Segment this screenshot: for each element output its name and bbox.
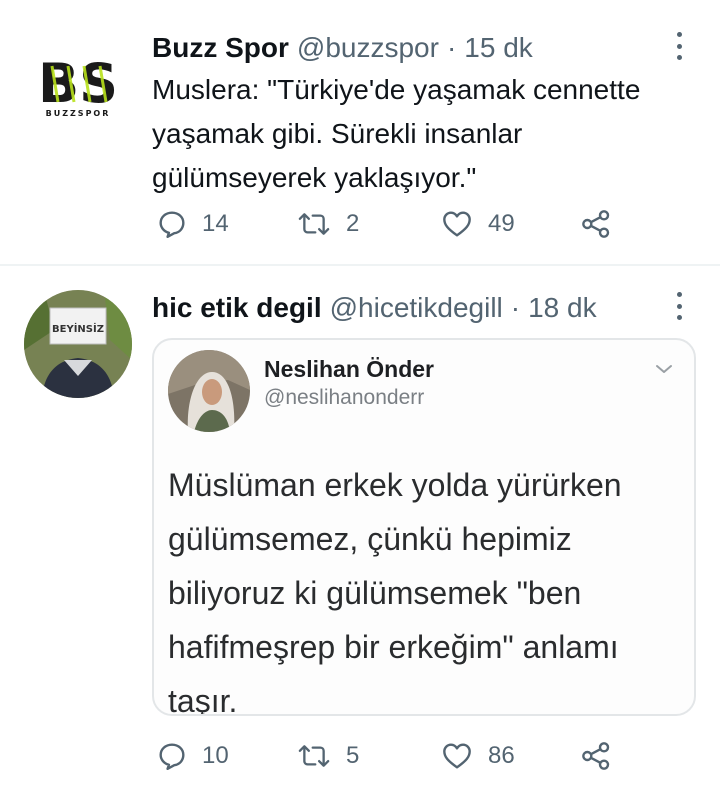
more-options-icon[interactable] [674, 292, 684, 320]
retweet-button[interactable]: 2 [296, 204, 359, 244]
reply-count: 14 [202, 210, 229, 237]
buzzspor-logo-icon: BS BUZZSPOR [24, 24, 132, 132]
woman-hijab-avatar-icon [168, 350, 250, 432]
heart-icon [443, 211, 471, 237]
reply-icon [159, 743, 185, 770]
timestamp[interactable]: 15 dk [464, 28, 533, 68]
avatar-sign-text: BEYİNSİZ [52, 321, 104, 335]
quoted-avatar [168, 350, 250, 432]
quoted-author-name: Neslihan Önder [264, 356, 434, 382]
share-icon [582, 210, 610, 238]
logo-subtext: BUZZSPOR [46, 109, 111, 118]
like-button[interactable]: 49 [440, 204, 515, 244]
like-count: 86 [488, 742, 515, 769]
avatar[interactable]: BEYİNSİZ [24, 290, 132, 398]
like-button[interactable]: 86 [440, 736, 515, 776]
retweet-count: 5 [346, 742, 360, 769]
reply-icon [159, 211, 185, 238]
tweet-text: Muslera: "Türkiye'de yaşamak cennette ya… [152, 74, 641, 193]
quoted-author-handle: @neslihanonderr [264, 386, 425, 409]
tweet-hicetikdegil[interactable]: BEYİNSİZ hic etik degil @hicetikdegill ·… [0, 266, 720, 809]
like-count: 49 [488, 210, 515, 237]
avatar[interactable]: BS BUZZSPOR [24, 24, 132, 132]
quoted-tweet[interactable]: Neslihan Önder @neslihanonderr Müslüman … [152, 338, 696, 716]
heart-icon [443, 743, 471, 769]
author-name[interactable]: hic etik degil [152, 288, 322, 328]
tweet-actions: 10 5 86 [152, 736, 632, 776]
chevron-down-icon [654, 362, 674, 381]
reply-count: 10 [202, 742, 229, 769]
logo-letters: BS [38, 52, 118, 115]
author-handle[interactable]: @hicetikdegill [330, 288, 503, 328]
reply-button[interactable]: 14 [156, 204, 229, 244]
separator-dot: · [446, 32, 457, 63]
separator-dot: · [510, 292, 521, 323]
author-name[interactable]: Buzz Spor [152, 28, 289, 68]
timestamp[interactable]: 18 dk [528, 288, 597, 328]
share-button[interactable] [580, 736, 612, 776]
reply-button[interactable]: 10 [156, 736, 229, 776]
tweet-header: Buzz Spor @buzzspor · 15 dk [152, 28, 533, 68]
share-button[interactable] [580, 204, 612, 244]
quoted-tweet-text: Müslüman erkek yolda yürürken gülümsemez… [168, 467, 622, 716]
tweet-header: hic etik degil @hicetikdegill · 18 dk [152, 288, 597, 328]
retweet-count: 2 [346, 210, 360, 237]
person-with-sign-avatar-icon: BEYİNSİZ [24, 290, 132, 398]
retweet-button[interactable]: 5 [296, 736, 359, 776]
tweet-actions: 14 2 49 [152, 204, 632, 244]
tweet-buzzspor[interactable]: BS BUZZSPOR Buzz Spor @buzzspor · 15 dk … [0, 0, 720, 266]
share-icon [582, 742, 610, 770]
retweet-icon [298, 745, 330, 767]
retweet-icon [298, 213, 330, 235]
author-handle[interactable]: @buzzspor [297, 28, 439, 68]
more-options-icon[interactable] [674, 32, 684, 60]
